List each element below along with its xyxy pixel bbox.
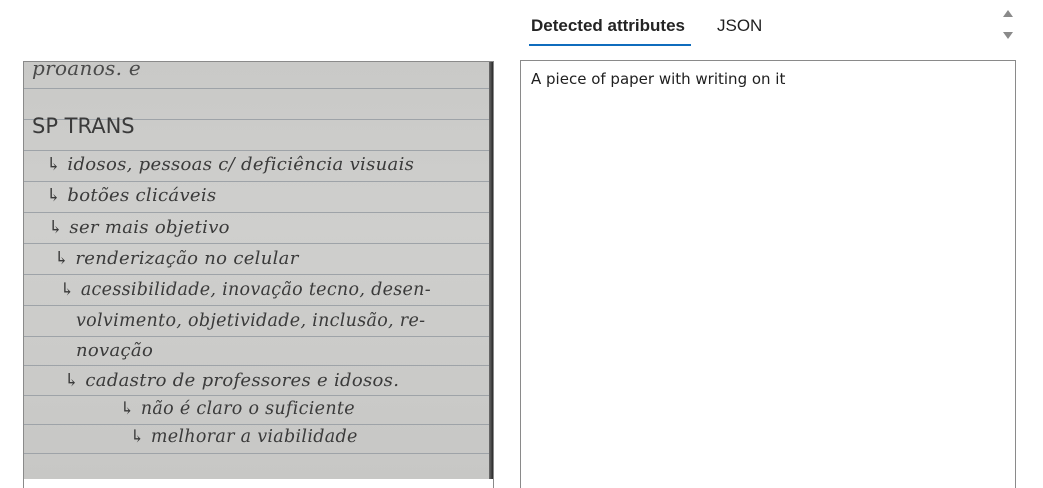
note-line: ↳ idosos, pessoas c/ deficiência visuais: [46, 154, 415, 175]
note-line: ↳ acessibilidade, inovação tecno, desen-: [60, 280, 431, 300]
note-line: ↳ não é claro o suficiente: [120, 399, 355, 419]
image-preview-panel: proanos. e SP TRANS ↳ idosos, pessoas c/…: [23, 61, 494, 488]
note-line: ↳ ser mais objetivo: [48, 217, 230, 238]
note-line: ↳ cadastro de professores e idosos.: [64, 370, 400, 391]
photo-edge-shadow: [489, 62, 493, 479]
handwritten-note-photo: proanos. e SP TRANS ↳ idosos, pessoas c/…: [24, 62, 493, 479]
chevron-down-icon[interactable]: [1003, 32, 1013, 39]
note-line: ↳ botões clicáveis: [46, 185, 217, 206]
caption-text: A piece of paper with writing on it: [531, 70, 786, 88]
note-line: SP TRANS: [32, 114, 135, 138]
detected-attributes-output[interactable]: A piece of paper with writing on it: [520, 60, 1016, 488]
note-line: volvimento, objetividade, inclusão, re-: [76, 311, 426, 331]
note-line: proanos. e: [32, 61, 142, 80]
scroll-control: [1001, 8, 1015, 44]
active-tab-indicator: [529, 44, 691, 46]
note-line: ↳ melhorar a viabilidade: [130, 427, 358, 447]
image-analysis-view: proanos. e SP TRANS ↳ idosos, pessoas c/…: [0, 0, 1043, 488]
note-line: ↳ renderização no celular: [54, 248, 299, 269]
tab-json[interactable]: JSON: [717, 16, 762, 36]
tab-detected-attributes[interactable]: Detected attributes: [531, 16, 685, 36]
note-line: novação: [76, 340, 154, 361]
chevron-up-icon[interactable]: [1003, 10, 1013, 17]
